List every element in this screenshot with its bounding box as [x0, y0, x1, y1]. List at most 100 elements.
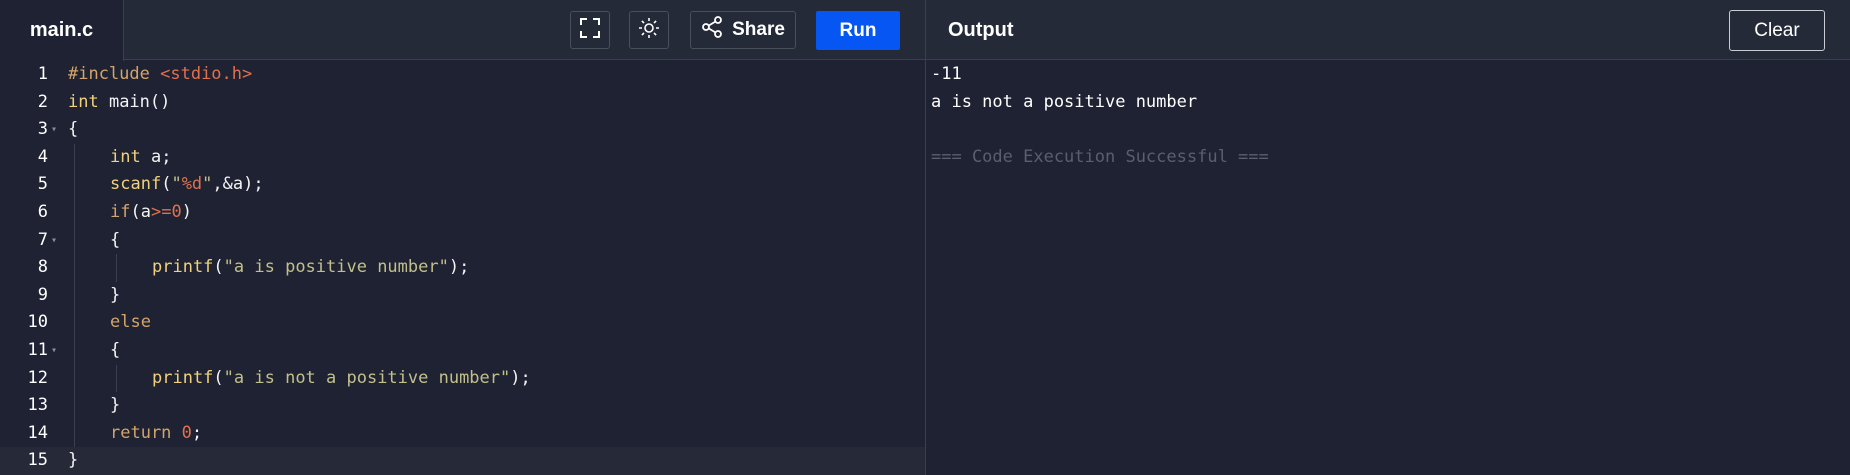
line-number: 4 [37, 146, 48, 167]
code-token: main() [98, 91, 171, 112]
code-line[interactable]: 10 else [0, 309, 925, 337]
code-token: ); [510, 367, 531, 388]
code-line[interactable]: 3 ▾ { [0, 116, 925, 144]
code-line[interactable]: 4 int a; [0, 143, 925, 172]
line-number: 2 [37, 91, 48, 112]
code-text: return 0; [110, 420, 202, 448]
code-token: int [68, 91, 99, 112]
code-token: } [110, 284, 121, 305]
code-token: { [68, 119, 79, 140]
code-line[interactable]: 6 if(a>=0) [0, 199, 925, 227]
code-token: " [171, 174, 182, 195]
code-text: } [110, 282, 120, 310]
code-token: ( [213, 257, 224, 278]
run-button[interactable]: Run [816, 11, 900, 50]
code-token: 0 [181, 422, 192, 443]
code-token: { [110, 229, 121, 250]
code-line[interactable]: 13} [0, 392, 925, 420]
clear-button[interactable]: Clear [1729, 10, 1825, 51]
code-text: } [110, 392, 120, 420]
code-line[interactable]: 14 return 0; [0, 419, 925, 448]
code-token: ,&a); [212, 174, 264, 195]
code-text: { [68, 116, 78, 144]
fold-caret-icon[interactable]: ▾ [51, 227, 57, 255]
indent-guide [74, 226, 75, 255]
code-text: int main() [68, 89, 170, 117]
line-number: 11 [27, 340, 48, 360]
code-token: a; [140, 146, 172, 167]
indent-guide [74, 337, 75, 365]
code-text: { [110, 227, 120, 255]
code-token: if [110, 202, 131, 222]
code-text: { [110, 337, 120, 365]
fold-caret-icon[interactable]: ▾ [51, 116, 57, 144]
code-token: (a [130, 202, 151, 222]
indent-guide [74, 254, 75, 282]
code-line[interactable]: 2 int main() [0, 89, 925, 117]
code-line[interactable]: 11 ▾ { [0, 337, 925, 365]
indent-guide [74, 281, 75, 310]
theme-toggle-button[interactable] [629, 11, 669, 49]
code-editor[interactable]: 1 #include <stdio.h> 2 int main() 3 ▾{4 int a;… [0, 61, 925, 475]
output-line: a is not a positive number [931, 91, 1198, 112]
output-panel: -11 a is not a positive number === Code Ex… [931, 61, 1831, 171]
line-number: 14 [27, 422, 48, 443]
line-number: 6 [37, 202, 48, 222]
code-token: scanf [110, 174, 162, 195]
code-line[interactable]: 1 #include <stdio.h> [0, 61, 925, 89]
code-text: else [110, 309, 151, 337]
fold-caret-icon[interactable]: ▾ [51, 337, 57, 365]
indent-guide [116, 364, 117, 393]
code-text: scanf("%d",&a); [110, 171, 264, 199]
line-number: 1 [37, 64, 48, 84]
code-token: return [110, 422, 172, 443]
code-text: } [68, 447, 78, 475]
code-token: "a is not a positive number" [223, 367, 511, 388]
indent-guide [74, 392, 75, 420]
indent-guide [74, 199, 75, 227]
indent-guide [74, 419, 75, 448]
code-token: " [202, 174, 213, 195]
code-text: int a; [110, 144, 171, 172]
code-token: int [110, 146, 141, 167]
code-token: ; [191, 422, 203, 443]
line-number: 15 [27, 450, 48, 471]
share-button[interactable]: Share [690, 11, 796, 49]
code-token: printf [152, 367, 214, 388]
code-line[interactable]: 7 ▾ { [0, 226, 925, 255]
code-line[interactable]: 12 printf("a is not a positive number"); [0, 364, 925, 393]
code-token: ); [448, 257, 470, 278]
code-line[interactable]: 5 scanf("%d",&a); [0, 171, 925, 199]
indent-guide [74, 143, 75, 172]
code-token: >= [150, 202, 172, 222]
code-token: #include [68, 64, 161, 84]
line-number: 5 [37, 174, 48, 195]
code-token: 0 [171, 202, 182, 222]
line-number: 3 [37, 119, 48, 140]
fullscreen-button[interactable] [570, 11, 610, 49]
code-text: if(a>=0) [110, 199, 192, 227]
indent-guide [74, 364, 75, 393]
code-token: <stdio.h> [160, 64, 253, 84]
code-token: else [110, 312, 151, 333]
line-number: 9 [37, 284, 48, 305]
pane-divider[interactable] [925, 0, 926, 475]
indent-guide [116, 254, 117, 282]
execution-status: === Code Execution Successful === [931, 146, 1269, 167]
output-title: Output [948, 18, 1014, 41]
code-token: "a is positive number" [223, 257, 449, 278]
code-line[interactable]: 9} [0, 281, 925, 310]
code-token: printf [152, 257, 214, 278]
line-number: 12 [27, 367, 48, 388]
line-number: 7 [37, 229, 48, 250]
file-tab-main-c[interactable]: main.c [0, 0, 124, 61]
line-number: 13 [27, 395, 48, 416]
code-token: %d [181, 174, 203, 195]
code-token: { [110, 340, 121, 360]
code-line[interactable]: 15} [0, 447, 925, 475]
indent-guide [74, 309, 75, 337]
code-line[interactable]: 8 printf("a is positive number"); [0, 254, 925, 282]
code-token: } [110, 395, 121, 416]
